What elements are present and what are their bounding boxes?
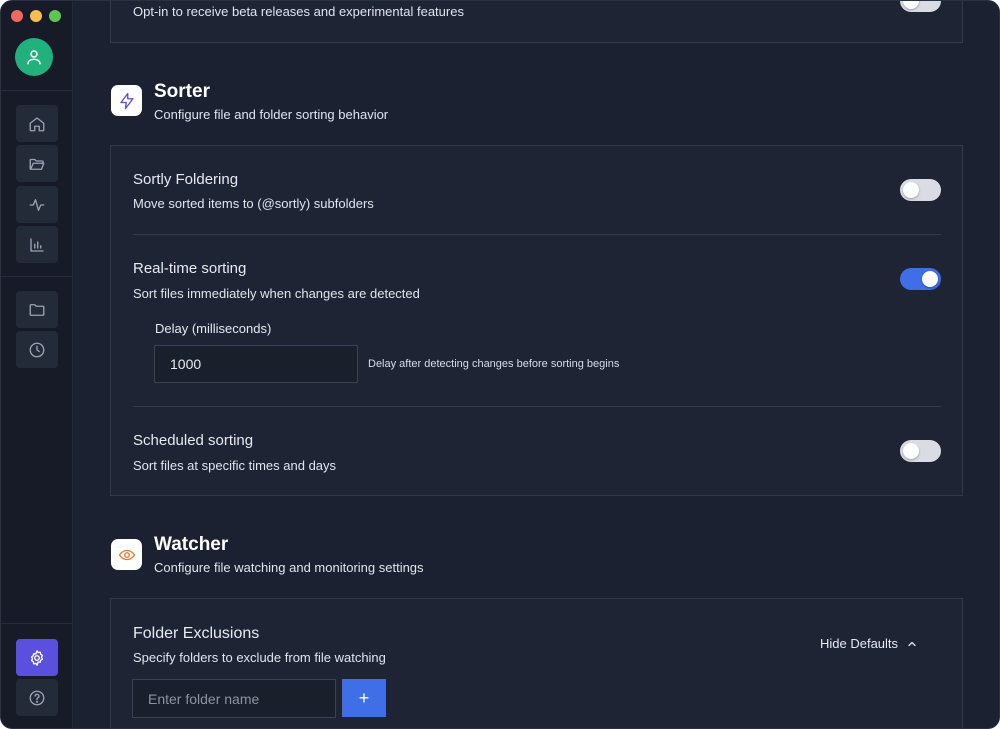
nav-help-button[interactable] xyxy=(16,679,58,716)
watcher-title: Watcher xyxy=(154,534,229,555)
nav-folder-button[interactable] xyxy=(16,291,58,328)
watcher-section-icon xyxy=(111,539,142,570)
hide-defaults-label: Hide Defaults xyxy=(820,636,899,651)
sidebar-divider xyxy=(1,90,72,91)
add-folder-button[interactable]: + xyxy=(342,679,386,717)
window-controls xyxy=(11,10,61,22)
realtime-sorting-title: Real-time sorting xyxy=(133,260,247,277)
gear-icon xyxy=(30,649,44,666)
nav-stats-button[interactable] xyxy=(16,226,58,263)
nav-home-button[interactable] xyxy=(16,105,58,142)
beta-releases-description: Opt-in to receive beta releases and expe… xyxy=(133,4,464,19)
app-window: Opt-in to receive beta releases and expe… xyxy=(0,0,1000,729)
realtime-sorting-toggle[interactable] xyxy=(900,268,941,290)
folder-exclusions-title: Folder Exclusions xyxy=(133,625,260,642)
close-window-button[interactable] xyxy=(11,10,23,22)
delay-hint: Delay after detecting changes before sor… xyxy=(368,358,620,370)
help-icon xyxy=(29,690,45,705)
sorter-subtitle: Configure file and folder sorting behavi… xyxy=(154,107,389,122)
beta-releases-toggle[interactable] xyxy=(900,1,941,12)
clock-icon xyxy=(29,342,45,357)
nav-settings-button[interactable] xyxy=(16,639,58,676)
setting-divider xyxy=(133,234,941,235)
setting-divider xyxy=(133,406,941,407)
sidebar-divider xyxy=(1,276,72,277)
sortly-foldering-toggle[interactable] xyxy=(900,179,941,201)
delay-input[interactable] xyxy=(154,345,358,383)
sidebar xyxy=(1,1,73,728)
nav-open-folder-button[interactable] xyxy=(16,145,58,182)
delay-label: Delay (milliseconds) xyxy=(155,321,272,336)
beta-releases-card: Opt-in to receive beta releases and expe… xyxy=(110,1,963,43)
scheduled-sorting-toggle[interactable] xyxy=(900,440,941,462)
chevron-up-icon xyxy=(908,641,916,646)
settings-content: Opt-in to receive beta releases and expe… xyxy=(73,1,999,728)
scheduled-sorting-description: Sort files at specific times and days xyxy=(133,458,337,473)
hide-defaults-button[interactable]: Hide Defaults xyxy=(820,636,918,651)
maximize-window-button[interactable] xyxy=(49,10,61,22)
lightning-icon xyxy=(119,92,134,109)
activity-icon xyxy=(29,198,45,211)
sidebar-divider xyxy=(1,623,72,624)
eye-icon xyxy=(118,549,135,560)
folder-exclusions-description: Specify folders to exclude from file wat… xyxy=(133,650,386,665)
folder-exclusions-card: Folder Exclusions Specify folders to exc… xyxy=(110,598,963,728)
watcher-subtitle: Configure file watching and monitoring s… xyxy=(154,560,424,575)
folder-name-input[interactable] xyxy=(132,679,336,718)
nav-history-button[interactable] xyxy=(16,331,58,368)
home-icon xyxy=(29,116,45,131)
sortly-foldering-title: Sortly Foldering xyxy=(133,171,239,188)
avatar[interactable] xyxy=(15,38,53,76)
folder-open-icon xyxy=(29,158,45,170)
realtime-sorting-description: Sort files immediately when changes are … xyxy=(133,286,420,301)
sorter-card: Sortly Foldering Move sorted items to (@… xyxy=(110,145,963,496)
bar-chart-icon xyxy=(30,237,44,252)
sorter-section-icon xyxy=(111,85,142,116)
scheduled-sorting-title: Scheduled sorting xyxy=(133,432,254,449)
user-icon xyxy=(27,50,41,65)
folder-icon xyxy=(29,303,45,316)
minimize-window-button[interactable] xyxy=(30,10,42,22)
sorter-title: Sorter xyxy=(154,81,210,102)
sortly-foldering-description: Move sorted items to (@sortly) subfolder… xyxy=(133,196,374,211)
nav-activity-button[interactable] xyxy=(16,186,58,223)
